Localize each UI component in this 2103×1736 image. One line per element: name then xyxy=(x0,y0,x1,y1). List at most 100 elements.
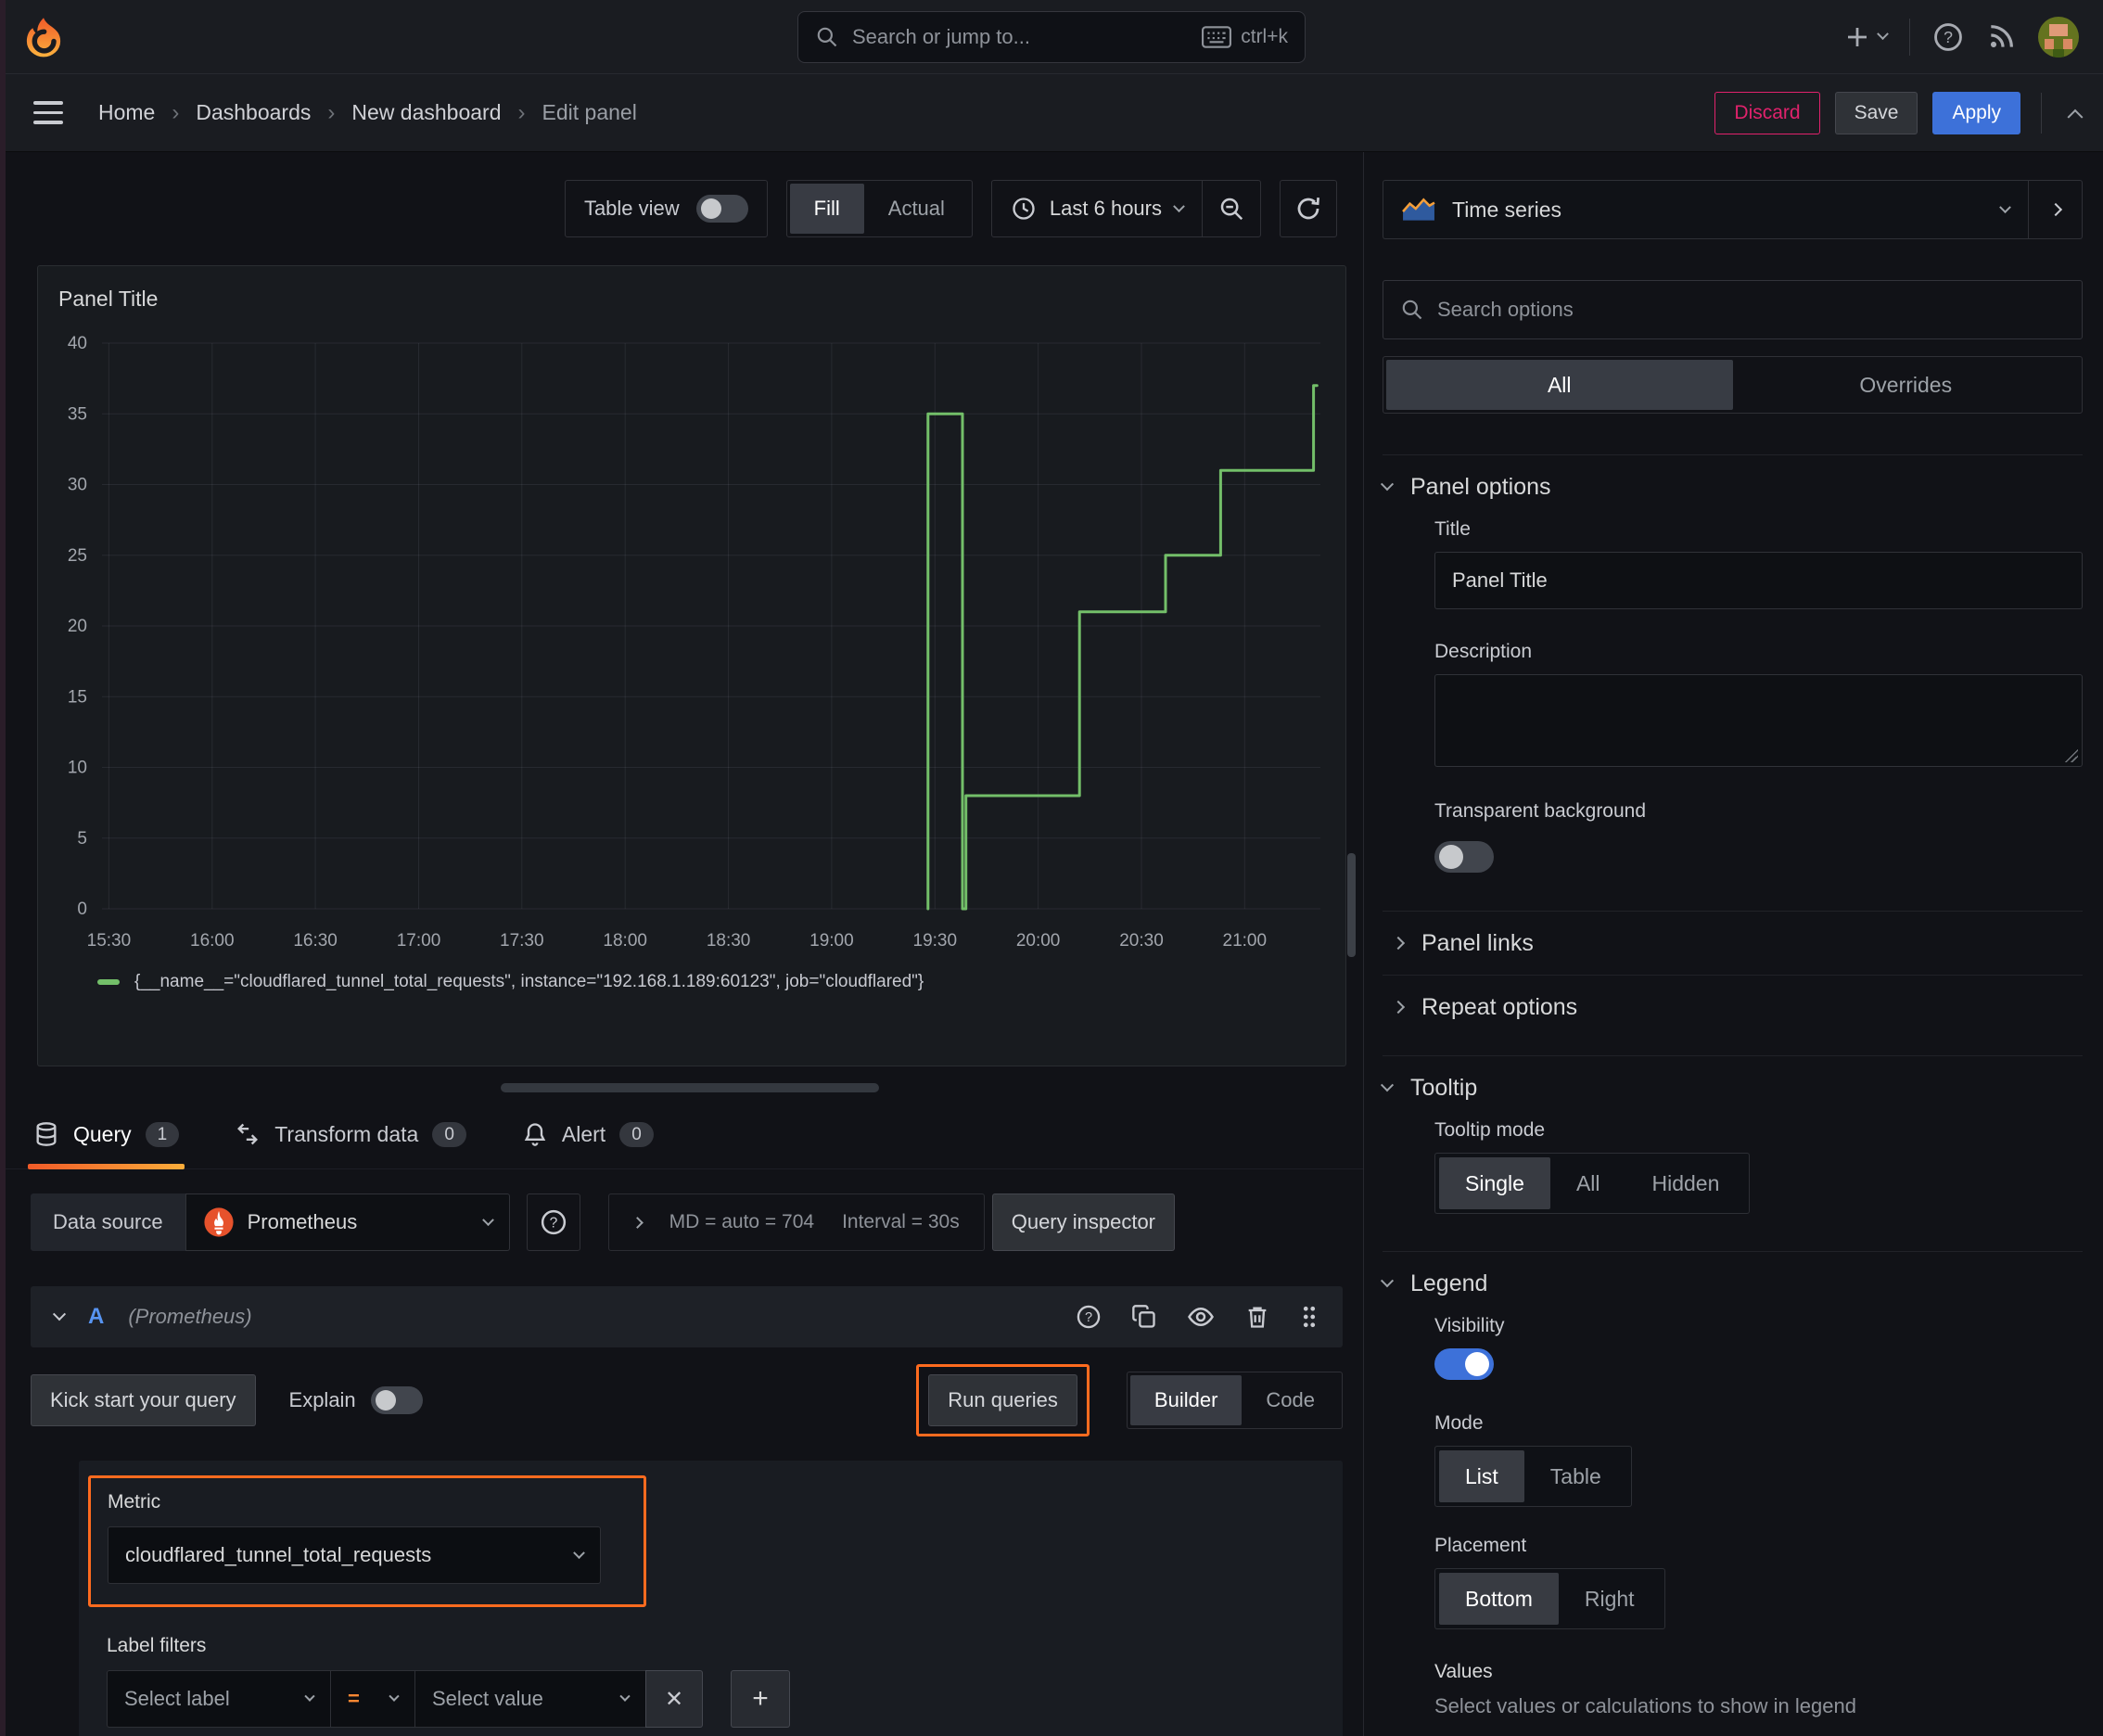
tab-all[interactable]: All xyxy=(1386,360,1733,410)
legend-placement-group: Bottom Right xyxy=(1434,1568,1665,1629)
delete-query-icon[interactable] xyxy=(1244,1304,1270,1330)
kick-start-button[interactable]: Kick start your query xyxy=(31,1374,256,1426)
legend-placement-bottom[interactable]: Bottom xyxy=(1439,1573,1559,1625)
tooltip-mode-hidden[interactable]: Hidden xyxy=(1626,1157,1746,1209)
remove-filter-icon[interactable]: ✕ xyxy=(645,1670,703,1728)
transform-icon xyxy=(235,1121,261,1147)
panel-options-header[interactable]: Panel options xyxy=(1380,455,2083,518)
description-label: Description xyxy=(1434,641,1533,662)
fill-option[interactable]: Fill xyxy=(789,184,864,234)
tooltip-mode-all[interactable]: All xyxy=(1550,1157,1626,1209)
chevron-right-icon xyxy=(1391,936,1406,951)
refresh-group xyxy=(1280,180,1337,237)
legend-mode-table[interactable]: Table xyxy=(1524,1450,1627,1502)
actual-option[interactable]: Actual xyxy=(864,184,969,234)
legend-header[interactable]: Legend xyxy=(1380,1252,2083,1315)
duplicate-query-icon[interactable] xyxy=(1131,1304,1157,1330)
tab-query-badge: 1 xyxy=(145,1121,180,1147)
svg-text:18:30: 18:30 xyxy=(707,931,751,951)
time-series-chart[interactable]: 0 5 10 15 20 25 30 35 40 15:30 16:00 16:30 17:00 17:3… xyxy=(38,319,1345,968)
drag-handle-icon[interactable] xyxy=(1300,1303,1319,1331)
discard-button[interactable]: Discard xyxy=(1714,91,1820,134)
search-placeholder: Search or jump to... xyxy=(852,25,1030,48)
breadcrumb-dashboards[interactable]: Dashboards xyxy=(196,100,311,125)
visualization-picker[interactable]: Time series xyxy=(1383,180,2029,239)
tooltip-header[interactable]: Tooltip xyxy=(1380,1056,2083,1119)
transparent-background-toggle[interactable] xyxy=(1434,841,1494,873)
collapse-icon[interactable] xyxy=(52,1308,67,1321)
query-actions-row: Kick start your query Explain Run querie… xyxy=(31,1364,1343,1436)
user-avatar[interactable] xyxy=(2038,16,2079,57)
legend-mode-list[interactable]: List xyxy=(1439,1450,1524,1502)
tab-alert[interactable]: Alert 0 xyxy=(516,1100,659,1168)
series-label[interactable]: {__name__="cloudflared_tunnel_total_requ… xyxy=(134,972,924,992)
breadcrumb-new-dashboard[interactable]: New dashboard xyxy=(351,100,501,125)
operator-dropdown[interactable]: = xyxy=(330,1670,415,1728)
tab-query[interactable]: Query 1 xyxy=(28,1100,185,1169)
scrollbar-thumb[interactable] xyxy=(1347,853,1356,957)
global-search-input[interactable]: Search or jump to... ctrl+k xyxy=(797,11,1306,63)
builder-option[interactable]: Builder xyxy=(1129,1375,1243,1425)
help-icon[interactable]: ? xyxy=(1932,21,1964,53)
query-row-header[interactable]: A (Prometheus) ? xyxy=(31,1286,1343,1347)
zoom-out-icon[interactable] xyxy=(1203,195,1260,223)
pane-resize-handle[interactable] xyxy=(501,1083,879,1092)
legend-visibility-label: Visibility xyxy=(1434,1315,1505,1336)
time-range-picker[interactable]: Last 6 hours xyxy=(992,196,1202,222)
refresh-icon[interactable] xyxy=(1281,195,1336,223)
table-view-control: Table view xyxy=(564,180,768,237)
divider xyxy=(1909,18,1910,56)
query-inspector-button[interactable]: Query inspector xyxy=(991,1194,1176,1251)
window-edge xyxy=(0,0,6,1736)
select-label-dropdown[interactable]: Select label xyxy=(107,1670,331,1728)
news-feed-icon[interactable] xyxy=(1986,22,2016,52)
code-option[interactable]: Code xyxy=(1242,1375,1339,1425)
run-queries-highlight: Run queries xyxy=(916,1364,1090,1436)
svg-text:19:00: 19:00 xyxy=(809,931,854,951)
breadcrumb: Home › Dashboards › New dashboard › Edit… xyxy=(98,100,637,126)
query-help-icon[interactable]: ? xyxy=(1076,1304,1102,1330)
svg-text:19:30: 19:30 xyxy=(913,931,958,951)
chevron-up-icon[interactable] xyxy=(2067,108,2084,125)
interval-stat: Interval = 30s xyxy=(842,1211,960,1232)
legend-visibility-toggle[interactable] xyxy=(1434,1348,1494,1380)
datasource-help-icon[interactable]: ? xyxy=(526,1194,580,1251)
menu-icon[interactable] xyxy=(33,101,63,124)
hide-query-icon[interactable] xyxy=(1187,1303,1215,1331)
run-queries-button[interactable]: Run queries xyxy=(928,1374,1077,1426)
repeat-options-header[interactable]: Repeat options xyxy=(1383,976,2083,1039)
legend-placement-right[interactable]: Right xyxy=(1559,1573,1661,1625)
panel-title-input[interactable] xyxy=(1434,552,2083,609)
search-icon xyxy=(815,25,839,49)
time-range-label: Last 6 hours xyxy=(1049,197,1162,220)
tooltip-mode-label: Tooltip mode xyxy=(1434,1119,1546,1141)
apply-button[interactable]: Apply xyxy=(1932,91,2020,134)
add-button[interactable] xyxy=(1843,23,1889,51)
chevron-down-icon xyxy=(481,1213,494,1226)
svg-text:20: 20 xyxy=(68,617,87,636)
explain-toggle[interactable] xyxy=(370,1386,423,1414)
tab-transform-data[interactable]: Transform data 0 xyxy=(229,1100,472,1168)
panel-links-header[interactable]: Panel links xyxy=(1383,912,2083,975)
svg-text:21:00: 21:00 xyxy=(1223,931,1268,951)
tab-overrides[interactable]: Overrides xyxy=(1733,360,2080,410)
breadcrumb-home[interactable]: Home xyxy=(98,100,155,125)
metric-select[interactable]: cloudflared_tunnel_total_requests xyxy=(108,1526,601,1584)
select-value-dropdown[interactable]: Select value xyxy=(414,1670,646,1728)
tab-transform-label: Transform data xyxy=(274,1121,419,1146)
table-view-toggle[interactable] xyxy=(695,195,748,223)
max-data-points-stat: MD = auto = 704 xyxy=(669,1211,815,1232)
viz-suggestions-button[interactable] xyxy=(2029,180,2083,239)
grafana-logo-icon[interactable] xyxy=(24,17,63,57)
description-textarea[interactable] xyxy=(1434,674,2083,767)
svg-text:20:00: 20:00 xyxy=(1016,931,1061,951)
chart-panel: Panel Title 0 5 10 15 20 25 30 35 40 15:30 16:00 16… xyxy=(37,265,1346,1066)
search-options-input[interactable]: Search options xyxy=(1383,280,2083,339)
chevron-right-icon: › xyxy=(517,99,526,125)
datasource-picker[interactable]: Prometheus xyxy=(185,1194,510,1251)
chevron-right-icon[interactable] xyxy=(631,1216,644,1229)
add-filter-icon[interactable]: + xyxy=(731,1670,790,1728)
tooltip-mode-single[interactable]: Single xyxy=(1439,1157,1550,1209)
search-icon xyxy=(1400,298,1424,322)
save-button[interactable]: Save xyxy=(1834,91,1918,134)
